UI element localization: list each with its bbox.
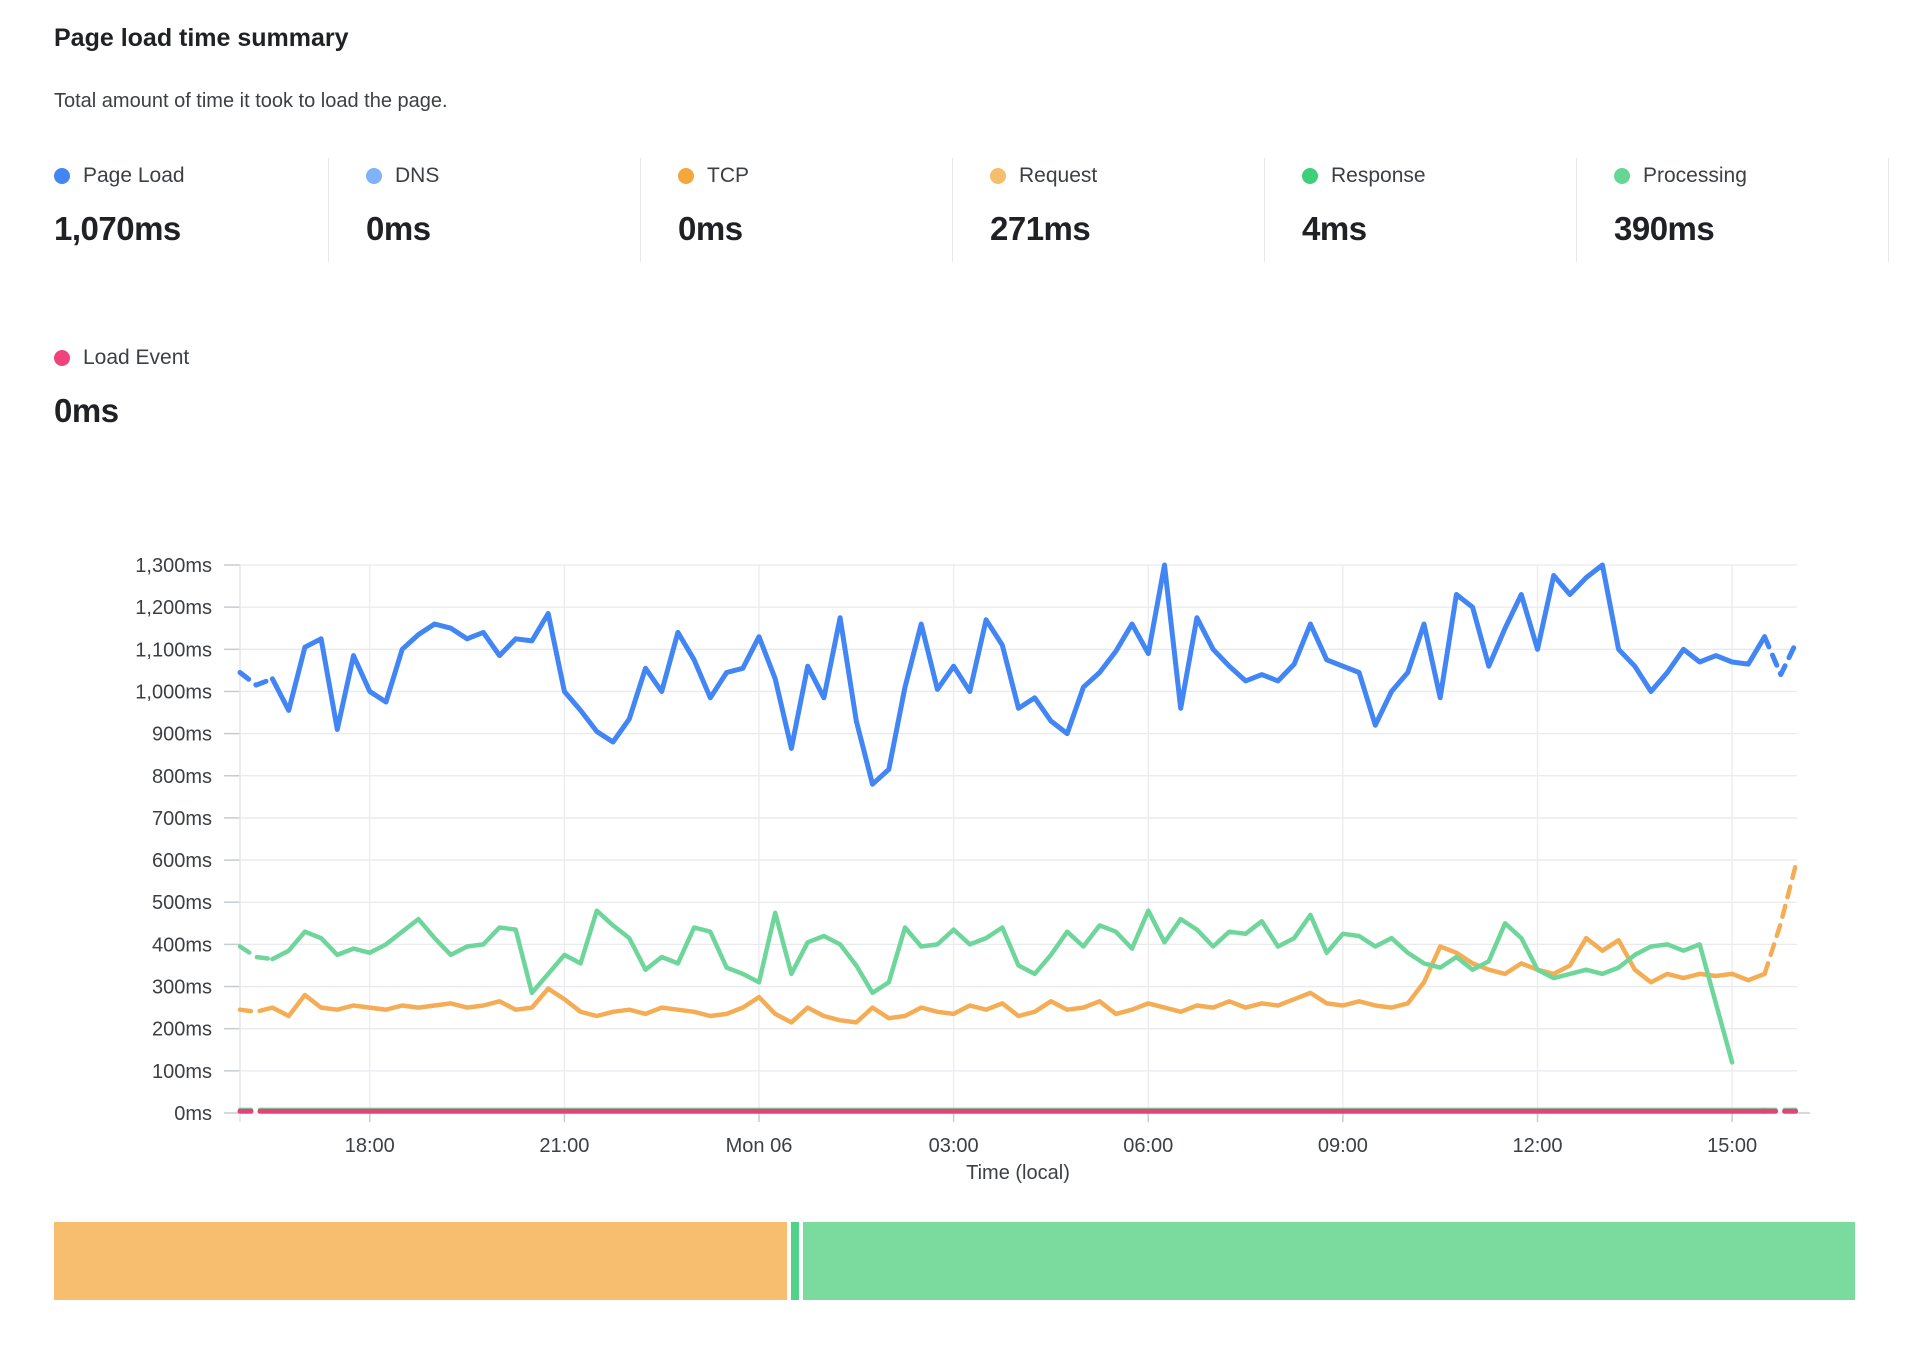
x-tick-label: 12:00 xyxy=(1512,1135,1562,1157)
status-segment-green-sliver xyxy=(791,1222,799,1300)
x-tick-label: 18:00 xyxy=(345,1135,395,1157)
status-timeline-bar xyxy=(54,1222,1855,1300)
x-tick-label: 15:00 xyxy=(1707,1135,1757,1157)
y-tick-label: 800ms xyxy=(152,766,212,788)
status-segment-orange xyxy=(54,1222,787,1300)
y-tick-label: 1,300ms xyxy=(135,555,212,577)
y-tick-label: 700ms xyxy=(152,808,212,830)
series-request-dashed-start xyxy=(240,1008,272,1012)
y-tick-label: 0ms xyxy=(174,1103,212,1125)
y-tick-label: 1,000ms xyxy=(135,681,212,703)
series-page-load-dashed-end xyxy=(1765,637,1797,675)
page: { "header": { "title": "Page load time s… xyxy=(0,0,1910,1352)
y-tick-label: 500ms xyxy=(152,892,212,914)
x-tick-label: 03:00 xyxy=(929,1135,979,1157)
x-tick-label: 09:00 xyxy=(1318,1135,1368,1157)
y-tick-label: 1,100ms xyxy=(135,639,212,661)
y-tick-label: 600ms xyxy=(152,850,212,872)
series-processing-dashed-start xyxy=(240,947,272,960)
status-segment-green xyxy=(803,1222,1855,1300)
y-tick-label: 400ms xyxy=(152,934,212,956)
x-tick-label: Mon 06 xyxy=(726,1135,793,1157)
series-page-load-line xyxy=(272,565,1764,784)
y-tick-label: 900ms xyxy=(152,724,212,746)
x-tick-label: 21:00 xyxy=(539,1135,589,1157)
series-request-dashed-end xyxy=(1765,860,1797,974)
load-time-chart: 0ms 100ms 200ms 300ms 400ms 500ms 600ms 700ms 80… xyxy=(0,0,1910,1352)
y-tick-label: 300ms xyxy=(152,977,212,999)
y-tick-label: 200ms xyxy=(152,1019,212,1041)
series-request-line xyxy=(272,938,1764,1022)
y-tick-label: 1,200ms xyxy=(135,597,212,619)
x-axis-title: Time (local) xyxy=(868,1162,1168,1185)
x-tick-label: 06:00 xyxy=(1123,1135,1173,1157)
y-tick-label: 100ms xyxy=(152,1061,212,1083)
series-page-load-dashed-start xyxy=(240,673,272,686)
